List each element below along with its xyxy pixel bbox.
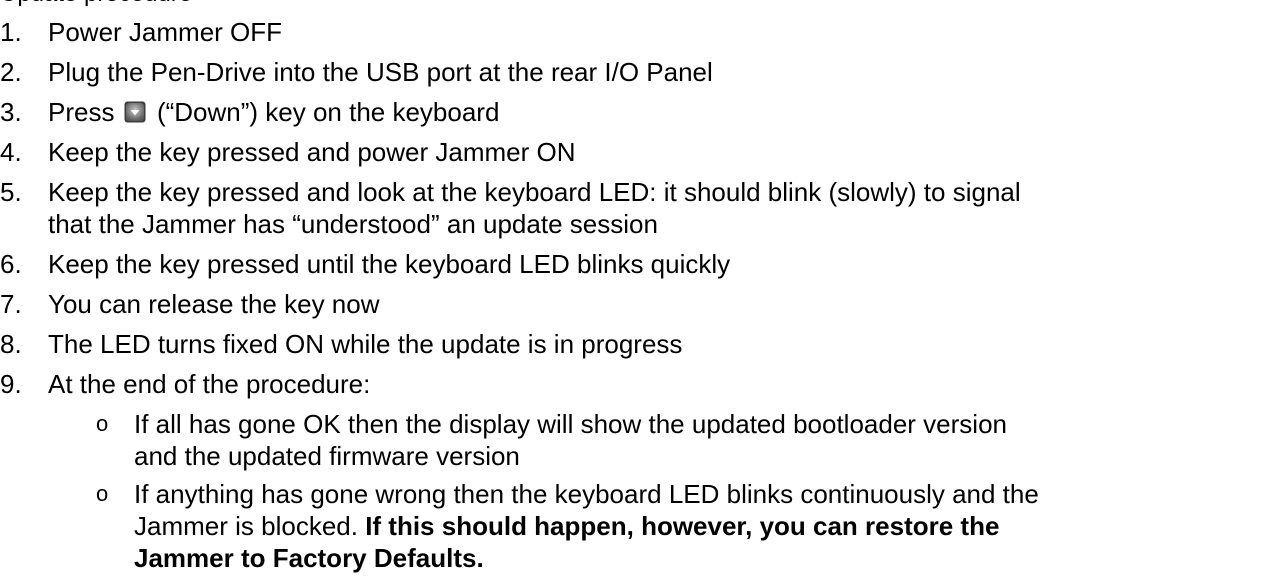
step-text-line-1: Keep the key pressed and look at the key… (48, 177, 1021, 207)
step-number: 8. (0, 329, 22, 359)
sub-bullet-line-1: If anything has gone wrong then the keyb… (134, 479, 1039, 509)
procedure-page: Update procedure 1. Power Jammer OFF 2. … (0, 0, 1286, 580)
step-text-after-icon: (“Down”) key on the keyboard (156, 97, 500, 127)
sub-bullet-line-1: If all has gone OK then the display will… (134, 409, 1007, 439)
step-number: 5. (0, 177, 22, 207)
step-text: The LED turns fixed ON while the update … (48, 329, 683, 359)
step-item-5: 5. Keep the key pressed and look at the … (0, 176, 1286, 240)
step-item-8: 8. The LED turns fixed ON while the upda… (0, 328, 1286, 360)
step-item-9: 9. At the end of the procedure: (0, 368, 1286, 400)
down-key-icon (124, 101, 146, 123)
sub-bullet-line-2: Jammer is blocked. If this should happen… (134, 510, 1286, 542)
sub-bullet-success: o If all has gone OK then the display wi… (0, 408, 1286, 472)
bullet-marker: o (96, 481, 109, 506)
step-text: Plug the Pen-Drive into the USB port at … (48, 57, 713, 87)
step-text: Keep the key pressed until the keyboard … (48, 249, 731, 279)
step-item-1: 1. Power Jammer OFF (0, 16, 1286, 48)
step-item-4: 4. Keep the key pressed and power Jammer… (0, 136, 1286, 168)
intro-line: Update procedure (0, 0, 192, 10)
bullet-marker: o (96, 411, 109, 436)
sub-bullet-line-2-plain: Jammer is blocked. (134, 511, 366, 541)
step-item-6: 6. Keep the key pressed until the keyboa… (0, 248, 1286, 280)
step-number: 4. (0, 137, 22, 167)
step-item-7: 7. You can release the key now (0, 288, 1286, 320)
step-content: Press (“Down”) key on the keyboard (48, 96, 1286, 128)
step-text: You can release the key now (48, 289, 380, 319)
restore-defaults-note: If this should happen, however, you can … (365, 511, 1000, 541)
step-number: 1. (0, 17, 22, 47)
step-text-line-2: that the Jammer has “understood” an upda… (48, 209, 658, 239)
step-text-before-icon: Press (48, 97, 115, 127)
step-number: 3. (0, 97, 22, 127)
restore-defaults-note-end: Jammer to Factory Defaults. (134, 543, 484, 573)
sub-bullet-failure: o If anything has gone wrong then the ke… (0, 478, 1286, 574)
step-text: At the end of the procedure: (48, 369, 371, 399)
step-text: Power Jammer OFF (48, 17, 283, 47)
step-item-2: 2. Plug the Pen-Drive into the USB port … (0, 56, 1286, 88)
step-item-3: 3. Press (“Down”) key on the keyboard (0, 96, 1286, 128)
step-number: 7. (0, 289, 22, 319)
step-1: Update procedure (0, 0, 1286, 8)
step-text: Keep the key pressed and power Jammer ON (48, 137, 576, 167)
step-number: 9. (0, 369, 22, 399)
step-number: 2. (0, 57, 22, 87)
sub-bullet-line-2: and the updated firmware version (134, 441, 520, 471)
step-number: 6. (0, 249, 22, 279)
